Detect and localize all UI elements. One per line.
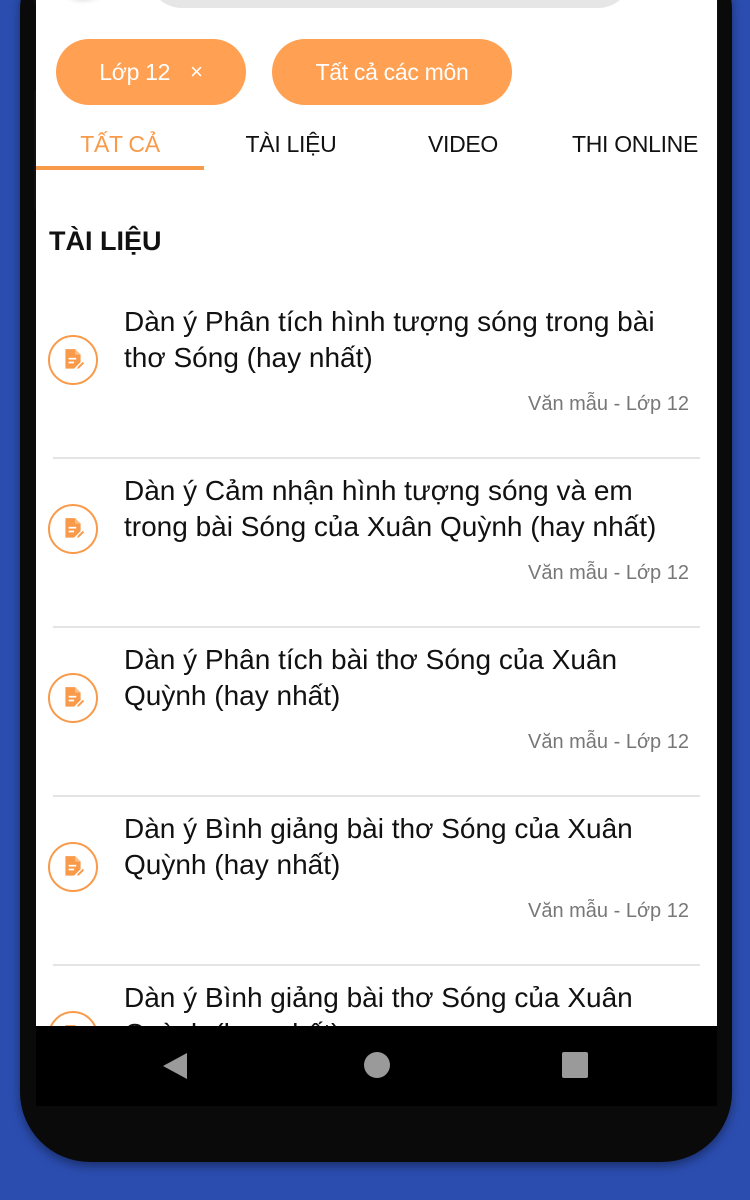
document-edit-icon — [48, 504, 98, 554]
document-meta: Văn mẫu - Lớp 12 — [528, 562, 689, 584]
system-nav-bar — [36, 1026, 717, 1106]
document-meta: Văn mẫu - Lớp 12 — [528, 393, 689, 415]
app-screen: Lớp 12 × Tất cả các môn TẤT CẢ TÀI LIỆU … — [36, 0, 717, 1026]
subject-chip-label: Tất cả các môn — [315, 58, 469, 85]
document-meta: Văn mẫu - Lớp 12 — [528, 731, 689, 753]
document-edit-icon — [48, 1011, 98, 1026]
tab-documents[interactable]: TÀI LIỆU — [206, 120, 376, 168]
nav-home-icon[interactable] — [364, 1052, 390, 1078]
document-title: Dàn ý Phân tích bài thơ Sóng của Xuân Qu… — [124, 644, 618, 711]
active-tab-indicator — [36, 166, 204, 170]
subject-filter-chip[interactable]: Tất cả các môn — [272, 39, 512, 105]
list-item[interactable]: Dàn ý Phân tích hình tượng sóng trong bà… — [36, 290, 717, 459]
list-item[interactable]: Dàn ý Bình giảng bài thơ Sóng của Xuân Q… — [36, 966, 717, 1026]
clear-icon[interactable]: × — [190, 59, 203, 85]
document-title: Dàn ý Phân tích hình tượng sóng trong bà… — [124, 306, 655, 373]
content-tabs: TẤT CẢ TÀI LIỆU VIDEO THI ONLINE — [36, 120, 717, 172]
document-edit-icon — [48, 335, 98, 385]
top-bar — [36, 0, 717, 8]
nav-back-icon[interactable] — [163, 1053, 187, 1079]
list-item[interactable]: Dàn ý Bình giảng bài thơ Sóng của Xuân Q… — [36, 797, 717, 966]
nav-recents-icon[interactable] — [562, 1052, 588, 1078]
tab-online-exam[interactable]: THI ONLINE — [550, 120, 717, 168]
tab-video[interactable]: VIDEO — [378, 120, 548, 168]
search-input[interactable] — [148, 0, 632, 8]
list-item[interactable]: Dàn ý Phân tích bài thơ Sóng của Xuân Qu… — [36, 628, 717, 797]
document-meta: Văn mẫu - Lớp 12 — [528, 900, 689, 922]
grade-filter-chip[interactable]: Lớp 12 × — [56, 39, 246, 105]
document-title: Dàn ý Bình giảng bài thơ Sóng của Xuân Q… — [124, 982, 633, 1026]
tab-all[interactable]: TẤT CẢ — [36, 120, 204, 168]
filter-chips: Lớp 12 × Tất cả các môn — [56, 39, 512, 105]
document-edit-icon — [48, 673, 98, 723]
grade-chip-label: Lớp 12 — [99, 58, 171, 85]
list-item[interactable]: Dàn ý Cảm nhận hình tượng sóng và em tro… — [36, 459, 717, 628]
document-list: Dàn ý Phân tích hình tượng sóng trong bà… — [36, 290, 717, 1026]
document-edit-icon — [48, 842, 98, 892]
section-title: TÀI LIỆU — [49, 226, 162, 256]
document-title: Dàn ý Cảm nhận hình tượng sóng và em tro… — [124, 475, 657, 542]
document-title: Dàn ý Bình giảng bài thơ Sóng của Xuân Q… — [124, 813, 633, 880]
